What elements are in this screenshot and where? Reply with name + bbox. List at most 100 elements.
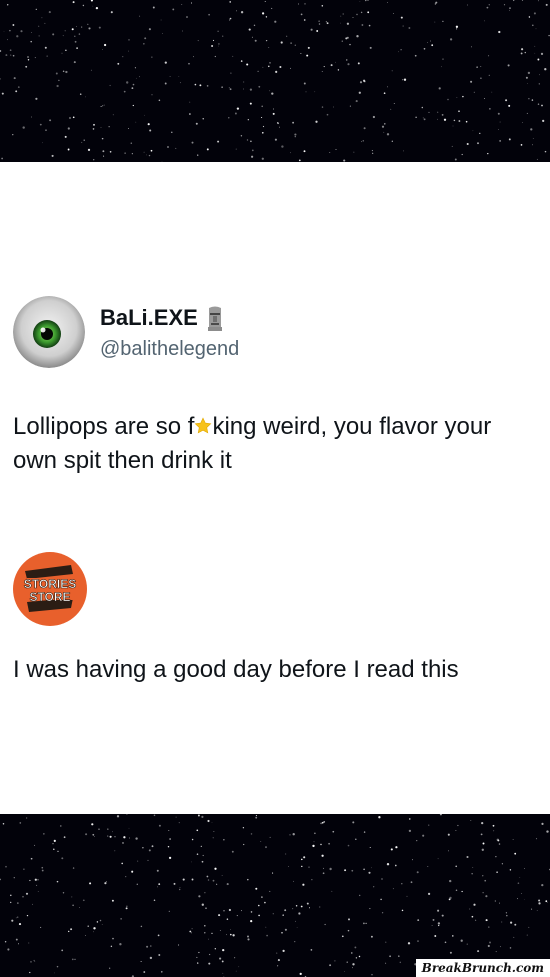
star xyxy=(198,895,201,898)
star xyxy=(517,882,520,884)
star xyxy=(437,922,441,925)
star xyxy=(199,84,202,87)
star xyxy=(56,965,59,968)
star xyxy=(29,879,31,882)
star xyxy=(153,899,156,902)
star xyxy=(186,16,188,18)
display-name[interactable]: BaLi.EXE xyxy=(100,305,226,331)
star xyxy=(240,11,244,14)
star xyxy=(346,961,348,963)
star xyxy=(246,139,249,141)
star xyxy=(261,157,264,160)
star xyxy=(389,955,391,958)
star xyxy=(79,93,82,95)
star xyxy=(30,40,32,43)
star xyxy=(248,28,251,31)
star xyxy=(60,825,62,827)
star xyxy=(384,123,386,125)
star xyxy=(545,900,548,903)
star xyxy=(5,865,7,868)
star xyxy=(258,914,260,917)
star xyxy=(356,35,359,38)
star xyxy=(74,958,76,961)
user-handle[interactable]: @balithelegend xyxy=(100,338,239,361)
star xyxy=(295,905,298,907)
star xyxy=(352,821,355,824)
star xyxy=(147,859,149,861)
star xyxy=(93,927,96,930)
star xyxy=(466,943,468,945)
star xyxy=(295,920,296,922)
star xyxy=(208,953,211,956)
star xyxy=(311,879,313,881)
star xyxy=(414,54,417,57)
star xyxy=(531,144,534,146)
star xyxy=(455,829,457,831)
star xyxy=(303,82,306,85)
star xyxy=(207,879,210,881)
star xyxy=(274,20,277,23)
star xyxy=(271,92,274,95)
star xyxy=(268,47,270,48)
star xyxy=(1,157,3,160)
star xyxy=(539,74,540,76)
star xyxy=(292,833,295,836)
star xyxy=(290,152,291,154)
star xyxy=(294,941,296,943)
star xyxy=(368,24,371,27)
star xyxy=(541,883,544,887)
star xyxy=(526,112,528,114)
star xyxy=(466,855,469,859)
star xyxy=(202,854,204,857)
star xyxy=(349,105,351,107)
star xyxy=(498,843,501,845)
star xyxy=(365,922,367,925)
star xyxy=(427,42,428,43)
star xyxy=(213,831,215,832)
star xyxy=(143,971,146,973)
star xyxy=(197,40,199,42)
star xyxy=(480,65,482,67)
star xyxy=(27,56,29,58)
star xyxy=(300,53,302,54)
star xyxy=(354,946,357,949)
star xyxy=(481,848,484,851)
star xyxy=(378,816,381,819)
star xyxy=(201,903,204,906)
star xyxy=(385,941,387,943)
star xyxy=(458,110,460,113)
star xyxy=(255,815,257,817)
star xyxy=(218,43,220,45)
star xyxy=(473,91,475,93)
star xyxy=(93,159,95,161)
star xyxy=(243,81,245,83)
star xyxy=(277,965,279,967)
star xyxy=(191,861,192,863)
star xyxy=(406,895,408,897)
star xyxy=(196,829,199,832)
star xyxy=(402,25,404,27)
star xyxy=(323,66,325,68)
star xyxy=(313,841,315,843)
star xyxy=(326,22,329,25)
star xyxy=(370,935,373,938)
star xyxy=(423,47,426,50)
star xyxy=(477,950,480,953)
star xyxy=(52,843,54,845)
star xyxy=(58,79,60,82)
star xyxy=(268,65,270,68)
star xyxy=(15,90,18,93)
star xyxy=(196,853,199,855)
star xyxy=(228,117,230,119)
star xyxy=(211,822,213,823)
star xyxy=(146,945,149,948)
star xyxy=(443,118,447,121)
star xyxy=(37,891,39,892)
star xyxy=(189,113,191,115)
star xyxy=(344,869,347,872)
profile-avatar[interactable] xyxy=(13,296,85,368)
star xyxy=(356,13,358,16)
star xyxy=(328,842,330,845)
star xyxy=(96,921,99,923)
star xyxy=(230,929,231,931)
